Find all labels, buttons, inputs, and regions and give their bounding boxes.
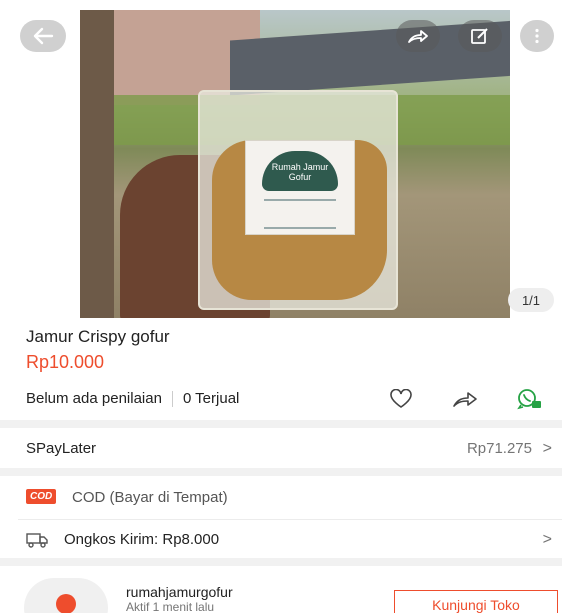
share-button[interactable]: [396, 20, 440, 52]
sold-count: 0 Terjual: [182, 390, 240, 407]
package-label: Rumah Jamur Gofur: [245, 140, 355, 235]
truck-icon: [26, 533, 48, 548]
section-divider: [0, 420, 562, 428]
package-label-line2: Gofur: [288, 172, 312, 182]
package-label-text-lines: [264, 199, 336, 229]
share-product-button[interactable]: [452, 388, 478, 410]
avatar-icon: [56, 594, 76, 613]
section-divider: [0, 468, 562, 476]
shop-status: Aktif 1 menit lalu: [126, 600, 215, 613]
shipping-label: Ongkos Kirim: Rp8.000: [64, 531, 220, 548]
paylater-amount: Rp71.275: [466, 440, 532, 457]
shipping-chevron: >: [542, 531, 552, 548]
heart-icon: [390, 389, 412, 408]
more-options-button[interactable]: [520, 20, 554, 52]
favorite-button[interactable]: [388, 388, 414, 410]
paylater-label: SPayLater: [26, 440, 97, 457]
edit-icon: [471, 28, 488, 44]
share-outline-icon: [453, 392, 477, 407]
product-title: Jamur Crispy gofur: [26, 327, 170, 346]
back-button[interactable]: [20, 20, 66, 52]
image-counter: 1/1: [508, 288, 554, 312]
edit-button[interactable]: [458, 20, 502, 52]
package-label-line1: Rumah Jamur: [271, 162, 329, 172]
row-separator: [18, 519, 562, 520]
visit-shop-button[interactable]: Kunjungi Toko: [394, 590, 558, 613]
paylater-chevron: >: [542, 440, 552, 457]
stats-separator: [171, 390, 173, 407]
shop-avatar[interactable]: [24, 578, 108, 613]
cod-badge-icon: COD: [26, 489, 57, 504]
product-image-gallery[interactable]: Rumah Jamur Gofur 1/1: [0, 0, 562, 320]
product-price: Rp10.000: [26, 352, 105, 372]
whatsapp-icon: [517, 389, 541, 410]
more-vertical-icon: [535, 28, 539, 44]
product-stats: Belum ada penilaian 0 Terjual: [26, 390, 239, 407]
back-arrow-icon: [33, 27, 54, 45]
photo-tree-trunk: [80, 10, 114, 318]
whatsapp-share-button[interactable]: [516, 388, 542, 410]
shop-name[interactable]: rumahjamurgofur: [126, 584, 233, 600]
cod-label: COD (Bayar di Tempat): [72, 489, 228, 506]
section-divider: [0, 558, 562, 566]
package-logo: Rumah Jamur Gofur: [262, 151, 338, 191]
product-photo[interactable]: Rumah Jamur Gofur: [80, 10, 510, 318]
share-icon: [408, 30, 428, 43]
rating-text[interactable]: Belum ada penilaian: [26, 390, 162, 407]
